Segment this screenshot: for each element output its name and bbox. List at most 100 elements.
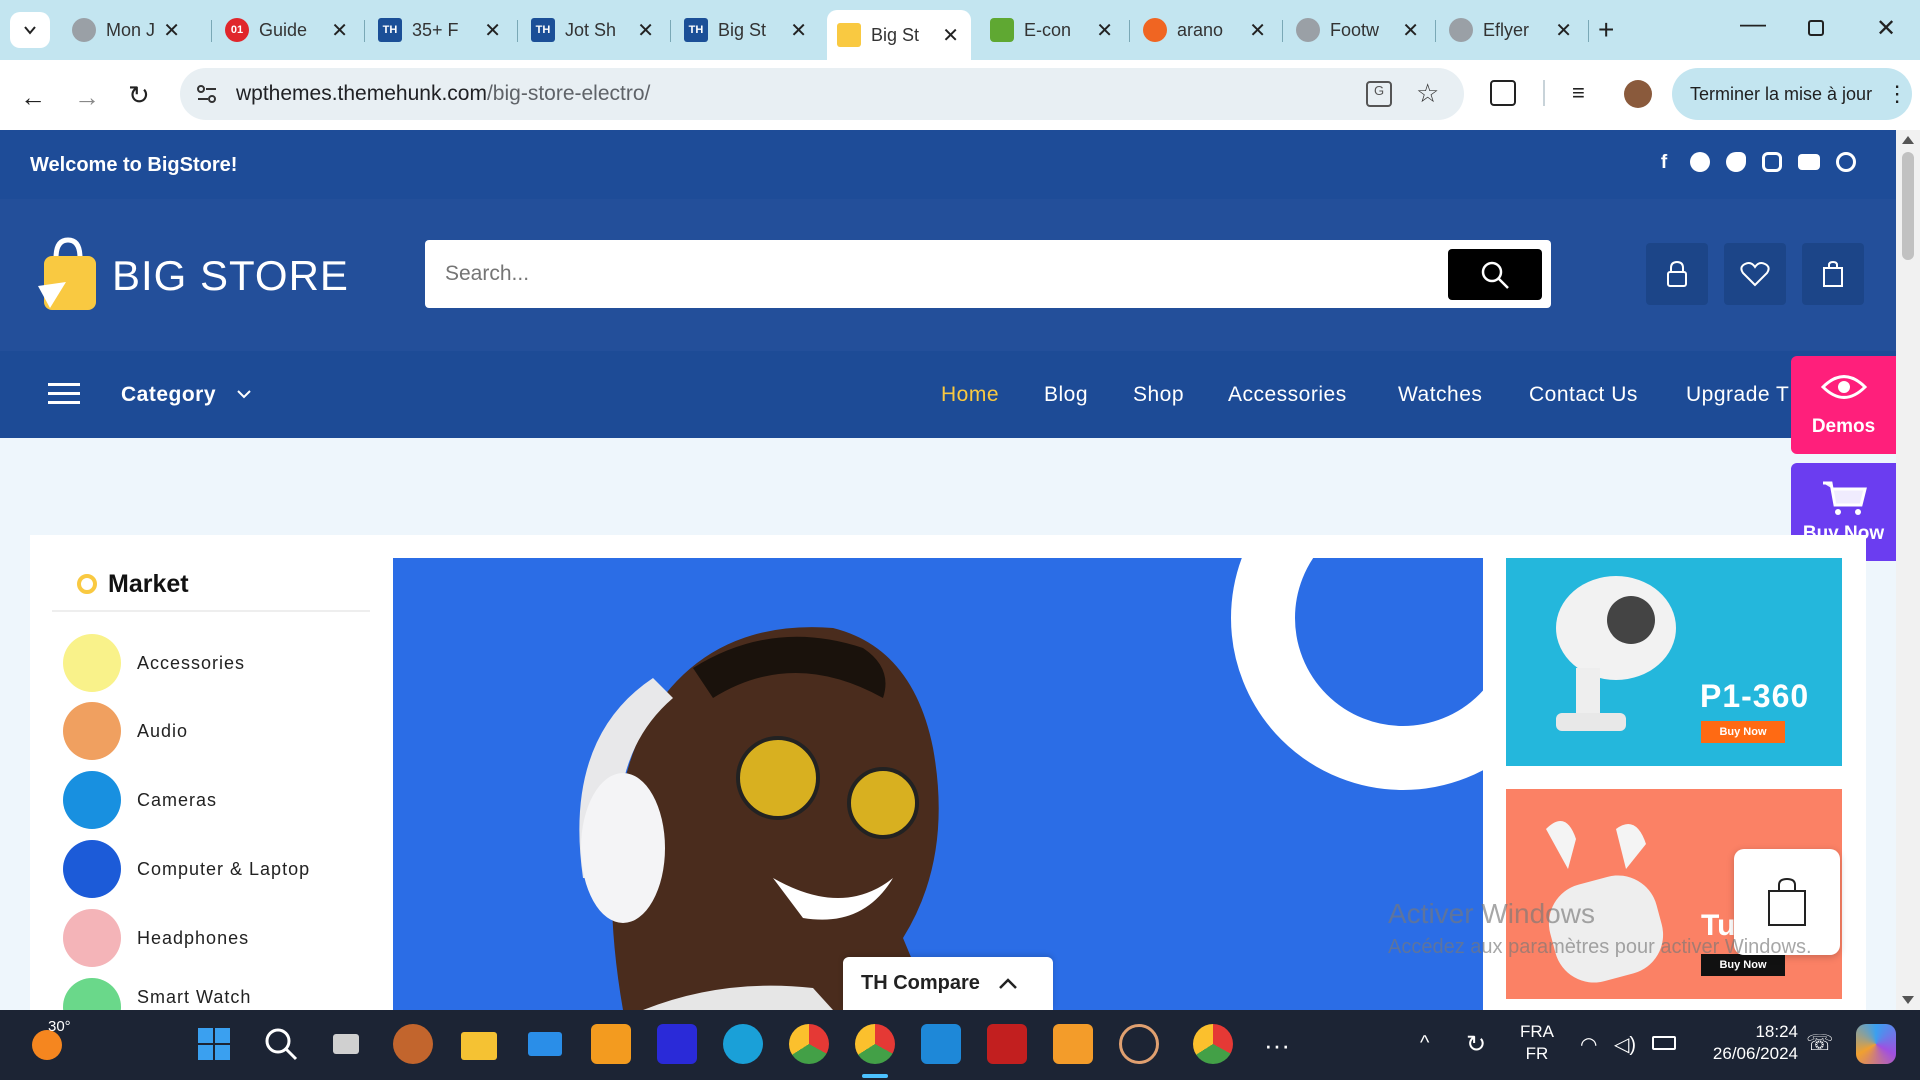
th-compare-tab[interactable]: TH Compare [843, 957, 1053, 1010]
close-tab-icon[interactable]: ✕ [484, 18, 501, 43]
file-explorer-icon[interactable] [459, 1024, 499, 1064]
category-item-computer-laptop[interactable]: Computer & Laptop [63, 840, 310, 898]
minimize-window-button[interactable]: — [1740, 8, 1766, 39]
filezilla-icon[interactable] [987, 1024, 1027, 1064]
facebook-icon[interactable]: f [1654, 152, 1674, 173]
search-taskbar-button[interactable] [261, 1024, 301, 1064]
browser-tab[interactable]: TH Big St ✕ [674, 10, 819, 50]
close-tab-icon[interactable]: ✕ [331, 18, 348, 43]
close-tab-icon[interactable]: ✕ [163, 18, 180, 43]
scrollbar-down-arrow[interactable] [1902, 996, 1914, 1004]
battery-icon[interactable] [1652, 1036, 1676, 1050]
tab-search-button[interactable] [10, 12, 50, 48]
language-indicator[interactable]: FRA FR [1520, 1022, 1554, 1064]
browser-tab[interactable]: TH Jot Sh ✕ [521, 10, 666, 50]
notifications-icon[interactable]: ☏ [1806, 1030, 1834, 1056]
restore-window-button[interactable] [1808, 20, 1824, 36]
hero-banner[interactable] [393, 558, 1483, 1010]
forward-button[interactable]: → [74, 82, 100, 113]
sync-icon[interactable]: ↻ [1466, 1030, 1486, 1059]
skype-icon[interactable] [1836, 152, 1856, 172]
browser-tab-active[interactable]: Big St ✕ [827, 10, 971, 60]
app-paint-icon[interactable] [393, 1024, 433, 1064]
close-tab-icon[interactable]: ✕ [1555, 18, 1572, 43]
search-button[interactable] [1448, 249, 1542, 300]
profile-avatar[interactable] [1624, 80, 1652, 108]
nav-shop[interactable]: Shop [1133, 383, 1184, 407]
sublime-text-icon[interactable] [591, 1024, 631, 1064]
logo-text[interactable]: BIG STORE [112, 252, 349, 300]
account-button[interactable] [1646, 243, 1708, 305]
scrollbar-thumb[interactable] [1902, 152, 1914, 260]
nav-upgrade[interactable]: Upgrade T [1686, 383, 1791, 407]
task-view-icon[interactable] [327, 1024, 367, 1064]
vscode-icon[interactable] [921, 1024, 961, 1064]
wifi-icon[interactable]: ◠ [1580, 1032, 1597, 1057]
close-tab-icon[interactable]: ✕ [1096, 18, 1113, 43]
media-control-icon[interactable]: ≡ [1572, 80, 1585, 106]
clock[interactable]: 18:24 26/06/2024 [1702, 1022, 1798, 1064]
close-tab-icon[interactable]: ✕ [790, 18, 807, 43]
chrome-active-icon[interactable] [855, 1024, 895, 1064]
browser-tab[interactable]: Footw ✕ [1286, 10, 1431, 50]
pdf-app-icon[interactable] [1053, 1024, 1093, 1064]
wishlist-button[interactable] [1724, 243, 1786, 305]
nav-contact-us[interactable]: Contact Us [1529, 383, 1638, 407]
twitter-icon[interactable] [1726, 152, 1746, 172]
app-pixel-icon[interactable] [657, 1024, 697, 1064]
nav-home[interactable]: Home [941, 383, 999, 407]
scrollbar-up-arrow[interactable] [1902, 136, 1914, 144]
instagram-icon[interactable] [1762, 152, 1782, 172]
browser-tab[interactable]: E-con ✕ [980, 10, 1125, 50]
chrome-profile-icon[interactable] [1193, 1024, 1233, 1064]
cart-button[interactable] [1802, 243, 1864, 305]
browser-tab[interactable]: Eflyer ✕ [1439, 10, 1584, 50]
bigstore-logo-icon[interactable] [36, 234, 102, 314]
search-input[interactable] [445, 256, 1345, 292]
demos-side-button[interactable]: Demos [1791, 356, 1896, 454]
category-item-smart-watch[interactable]: Smart Watch [63, 978, 363, 1010]
nav-accessories[interactable]: Accessories [1228, 383, 1347, 407]
new-tab-button[interactable]: + [1598, 14, 1614, 46]
youtube-icon[interactable] [1798, 154, 1820, 170]
start-button[interactable] [194, 1024, 234, 1064]
category-item-cameras[interactable]: Cameras [63, 771, 217, 829]
volume-icon[interactable]: ◁) [1614, 1032, 1636, 1057]
close-tab-icon[interactable]: ✕ [1249, 18, 1266, 43]
mail-icon[interactable] [525, 1024, 565, 1064]
nav-blog[interactable]: Blog [1044, 383, 1088, 407]
hamburger-menu-icon[interactable] [48, 383, 80, 405]
category-item-accessories[interactable]: Accessories [63, 634, 245, 692]
chrome-icon[interactable] [789, 1024, 829, 1064]
back-button[interactable]: ← [20, 82, 46, 113]
browser-tab[interactable]: TH 35+ F ✕ [368, 10, 513, 50]
category-dropdown[interactable]: Category [121, 383, 216, 407]
category-item-audio[interactable]: Audio [63, 702, 188, 760]
update-button[interactable]: Terminer la mise à jour ⋮ [1672, 68, 1912, 120]
browser-tab[interactable]: 01 Guide ✕ [215, 10, 360, 50]
close-tab-icon[interactable]: ✕ [942, 23, 959, 48]
close-tab-icon[interactable]: ✕ [1402, 18, 1419, 43]
close-tab-icon[interactable]: ✕ [637, 18, 654, 43]
reload-button[interactable]: ↻ [128, 80, 150, 111]
page-scrollbar[interactable] [1896, 130, 1920, 1010]
browser-tab[interactable]: Mon J ✕ [62, 10, 192, 50]
more-apps-icon[interactable]: ··· [1264, 1030, 1290, 1061]
pinterest-icon[interactable] [1690, 152, 1710, 172]
bookmark-star-icon[interactable]: ☆ [1416, 78, 1439, 109]
site-info-icon[interactable] [196, 84, 218, 104]
category-item-headphones[interactable]: Headphones [63, 909, 249, 967]
edge-browser-icon[interactable] [723, 1024, 763, 1064]
copilot-icon[interactable] [1856, 1024, 1896, 1064]
more-menu-icon[interactable]: ⋮ [1886, 81, 1908, 107]
browser-tab[interactable]: arano ✕ [1133, 10, 1278, 50]
translate-icon[interactable]: G [1366, 81, 1392, 107]
promo-banner-camera[interactable]: P1-360 Buy Now [1506, 558, 1842, 766]
media-player-icon[interactable] [1119, 1024, 1159, 1064]
nav-watches[interactable]: Watches [1398, 383, 1482, 407]
close-window-button[interactable]: ✕ [1876, 14, 1896, 43]
chevron-down-icon[interactable] [237, 389, 251, 399]
promo1-buy-button[interactable]: Buy Now [1701, 721, 1785, 743]
extensions-icon[interactable] [1490, 80, 1516, 106]
tray-chevron-up-icon[interactable]: ^ [1420, 1032, 1429, 1055]
